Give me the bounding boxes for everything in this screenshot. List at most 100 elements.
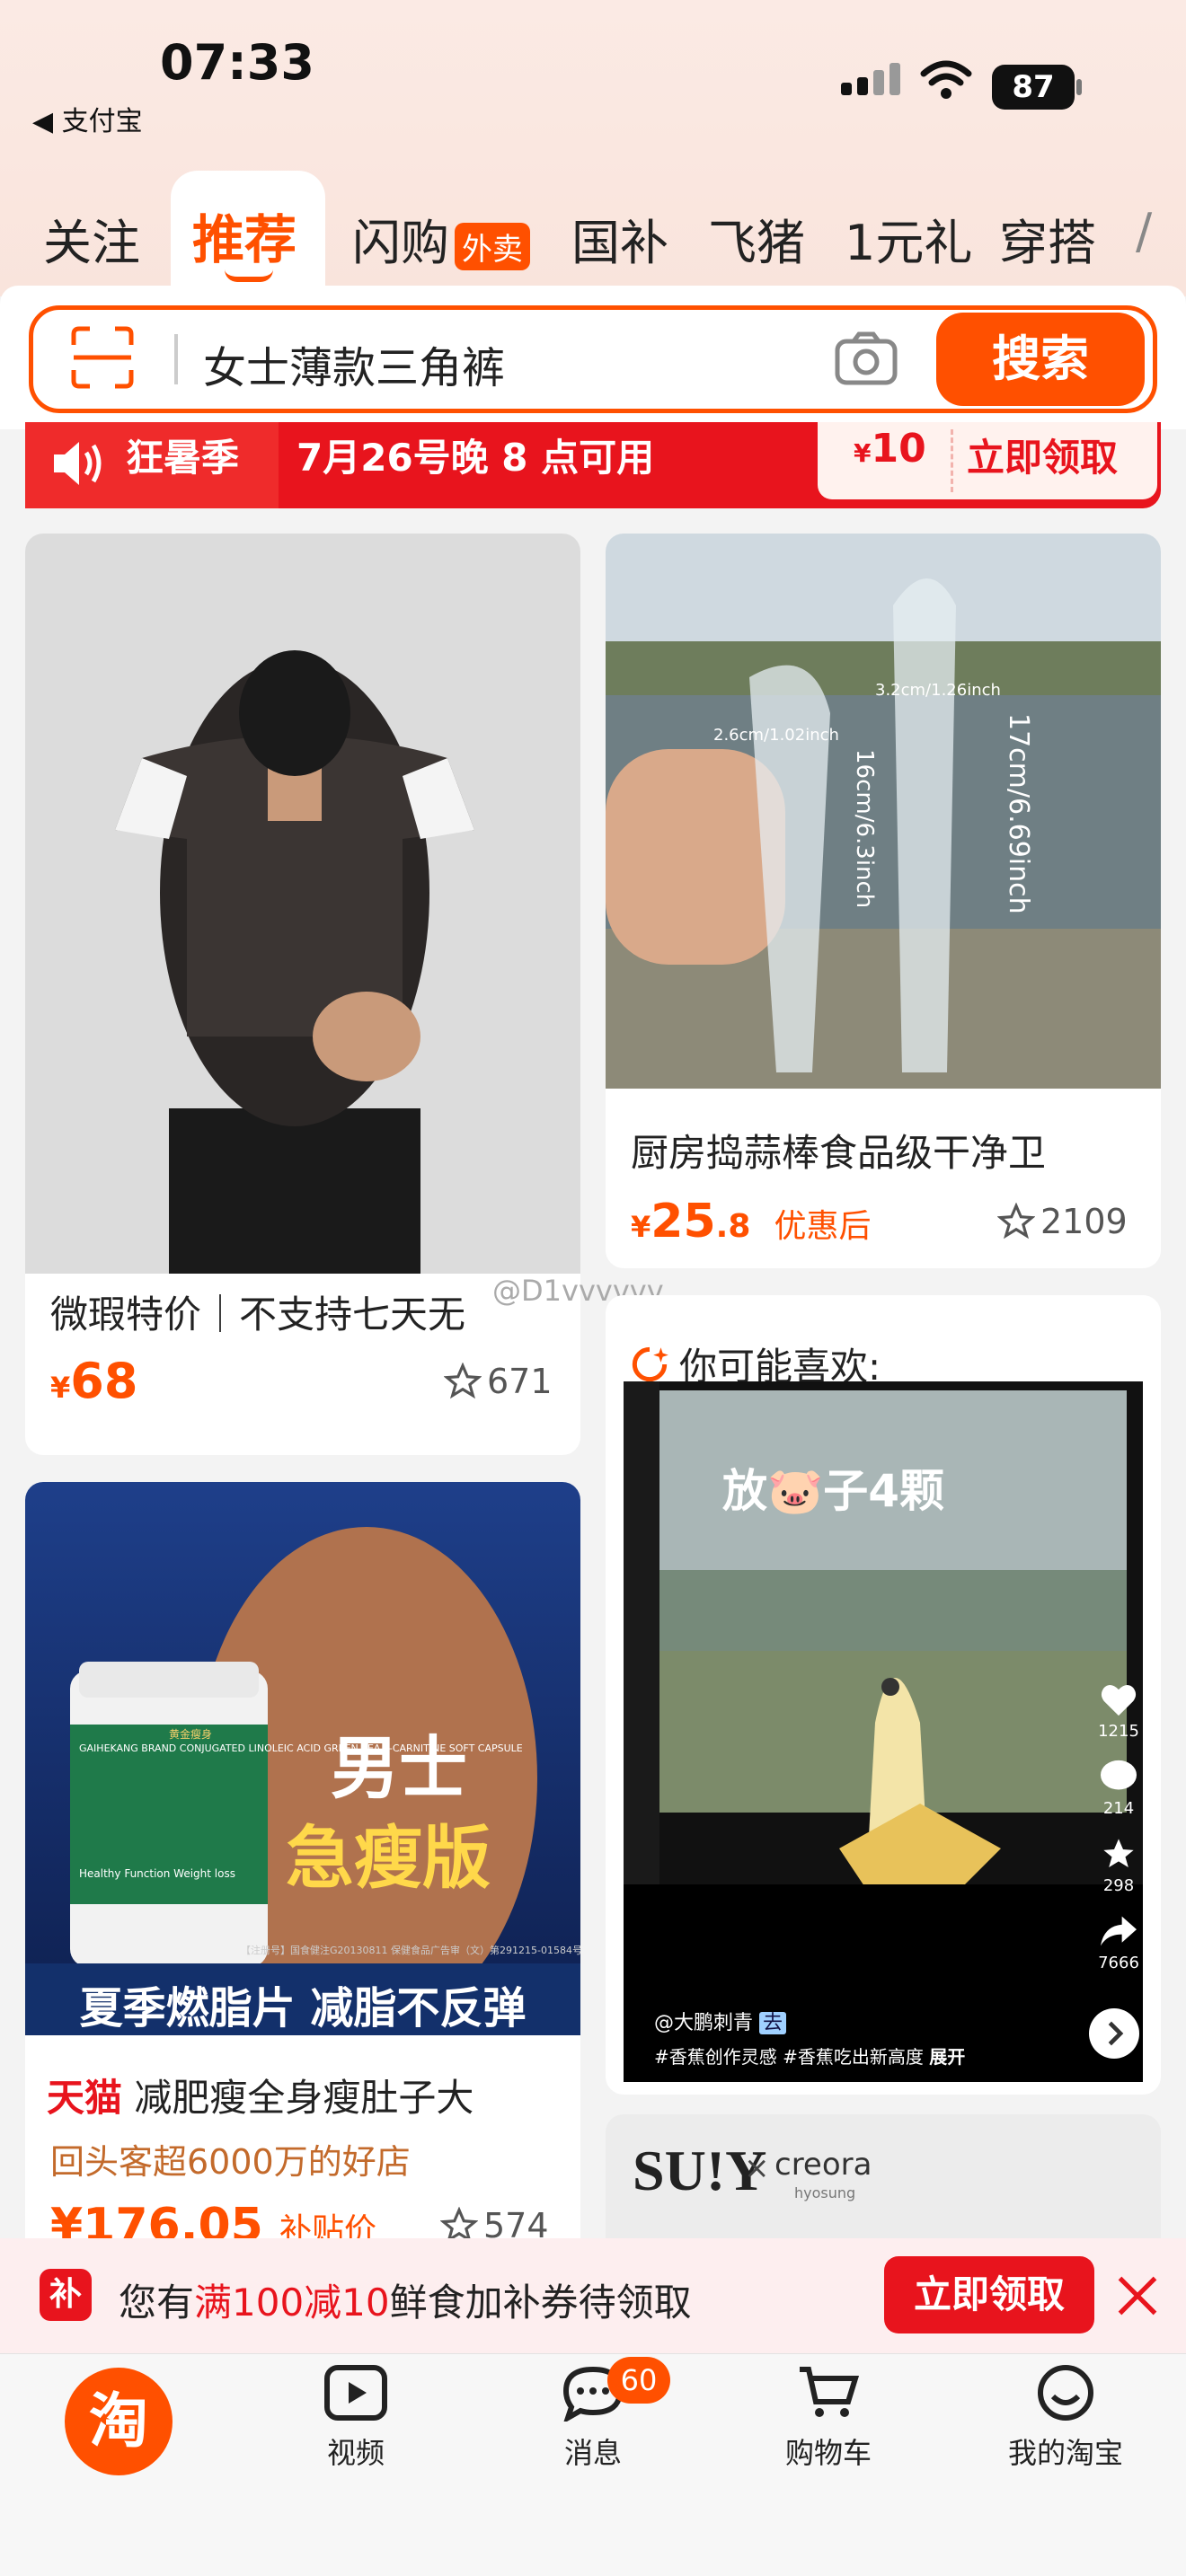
nav-video[interactable]: 视频 [275,2364,437,2472]
favorite-count[interactable]: 671 [444,1362,553,1401]
product-image-diet-pills: GAIHEKANG BRAND CONJUGATED LINOLEIC ACID… [25,1482,580,2035]
star-outline-icon [997,1203,1035,1239]
speaker-icon [54,442,102,485]
comment-button[interactable]: 214 [1087,1759,1150,1818]
product-card-shirt[interactable]: 微瑕特价｜不支持七天无 ¥68 671 [25,534,580,1455]
tab-national-subsidy[interactable]: 国补 [571,203,668,274]
product-card-diet-pills[interactable]: GAIHEKANG BRAND CONJUGATED LINOLEIC ACID… [25,1482,580,2290]
bonus-prefix: 您有 [119,2280,195,2325]
nav-cart-label: 购物车 [784,2436,872,2470]
author-tag: 去 [759,2012,787,2034]
favorite-count-value: 2109 [1040,1202,1128,1241]
comment-count: 214 [1102,1799,1135,1818]
back-to-app-link[interactable]: ◀ 支付宝 [32,99,143,138]
tab-outfits[interactable]: 穿搭 [999,203,1096,274]
nav-messages-label: 消息 [563,2436,622,2470]
tab-flash-buy[interactable]: 闪购 外卖 [352,203,530,274]
video-action-rail: 1215 214 298 7666 [1087,1681,1150,1972]
store-highlight: 回头客超6000万的好店 [50,2142,411,2182]
price-currency: ¥ [50,1371,71,1405]
product-title: 厨房捣蒜棒食品级干净卫 [631,1131,1047,1175]
tmall-tag: 天猫 [47,2076,123,2120]
product-title: 天猫 减肥瘦全身瘦肚子大 [47,2068,474,2122]
chevron-right-icon [1108,2021,1124,2046]
tab-recommend[interactable]: 推荐 [192,198,296,273]
favorite-count-value: 671 [487,1362,553,1401]
nav-home-taobao-logo[interactable]: 淘 [65,2368,173,2475]
close-icon[interactable] [1114,2272,1161,2319]
recommendation-video-card[interactable]: 你可能喜欢: 放🐷子4颗 1215 214 298 7666 @大鹏刺青 去 #… [606,1295,1161,2095]
play-icon [324,2365,387,2421]
length-label-2: 17cm/6.69inch [1003,713,1034,914]
ad-text-fast-slim: 急瘦版 [286,1818,491,1898]
top-tab-bar: 关注 推荐 闪购 外卖 国补 飞猪 1元礼 穿搭 / [0,171,1186,296]
length-label-1: 16cm/6.3inch [851,749,878,908]
smile-icon [1038,2365,1093,2421]
share-count: 7666 [1098,1954,1139,1972]
coupon-currency: ¥ [854,438,872,468]
collect-button[interactable]: 298 [1087,1836,1150,1895]
star-filled-icon [1103,1839,1134,1867]
expand-link[interactable]: 展开 [929,2046,965,2068]
product-title: 微瑕特价｜不支持七天无 [50,1292,466,1337]
coupon-amount: ¥10 [854,426,926,472]
video-author-name: @大鹏刺青 [654,2012,754,2034]
product-image-shirt [25,534,580,1274]
search-button[interactable]: 搜索 [936,313,1145,406]
collab-x: × [744,2150,770,2186]
video-author[interactable]: @大鹏刺青 去 [654,2007,787,2035]
coupon-divider [951,429,953,492]
share-button[interactable]: 7666 [1087,1913,1150,1972]
claim-coupon-button[interactable]: 立即领取 [967,428,1118,482]
status-time: 07:33 [160,34,314,91]
price-integer: 25 [651,1195,716,1248]
ad-text-men: 男士 [331,1728,467,1808]
video-tags-text: #香蕉创作灵感 #香蕉吃出新高度 [654,2046,924,2068]
recommend-sparkle-icon [632,1346,668,1381]
bottle-brand: 黄金瘦身 [169,1727,212,1741]
battery-indicator: 87 [992,65,1075,110]
creora-sub: hyosung [794,2184,856,2201]
star-outline-icon [444,1363,482,1399]
product-price: ¥25.8 优惠后 [631,1195,872,1248]
price-decimal: .8 [715,1208,751,1245]
nav-cart[interactable]: 购物车 [748,2364,909,2472]
scan-icon[interactable] [70,325,135,390]
coupon-amount-value: 10 [871,426,926,472]
comment-icon [1101,1760,1137,1790]
cellular-signal-icon [841,63,900,95]
wifi-icon [920,60,972,99]
like-count: 1215 [1098,1722,1139,1741]
bonus-text: 您有满100减10鲜食加补券待领取 [119,2272,692,2327]
cart-icon [800,2367,860,2417]
promo-title: 狂暑季 [126,436,240,480]
favorite-count[interactable]: 2109 [997,1202,1128,1241]
dim-label-2: 3.2cm/1.26inch [875,681,1001,700]
video-tags: #香蕉创作灵感 #香蕉吃出新高度 展开 [654,2042,965,2069]
bottle-sub: Healthy Function Weight loss [79,1867,235,1880]
promo-subtitle: 7月26号晚 8 点可用 [296,436,655,480]
price-value: 68 [70,1353,138,1409]
product-image-glass-rods: 2.6cm/1.02inch 3.2cm/1.26inch 16cm/6.3in… [606,534,1161,1089]
tab-one-yuan-gift[interactable]: 1元礼 [845,203,972,274]
price-note: 优惠后 [774,1208,872,1245]
product-card-garlic-masher[interactable]: 2.6cm/1.02inch 3.2cm/1.26inch 16cm/6.3in… [606,534,1161,1268]
product-title-text: 减肥瘦全身瘦肚子大 [134,2076,474,2120]
price-currency: ¥ [631,1210,651,1244]
video-next-button[interactable] [1089,2008,1139,2059]
claim-bonus-button[interactable]: 立即领取 [884,2256,1094,2333]
tab-follow[interactable]: 关注 [43,203,140,274]
battery-tip [1076,79,1082,95]
share-arrow-icon [1101,1916,1137,1946]
nav-my-taobao[interactable]: 我的淘宝 [985,2364,1146,2472]
camera-icon[interactable] [834,331,898,386]
bonus-suffix: 鲜食加补券待领取 [389,2280,692,2325]
bonus-highlight: 满100减10 [194,2280,390,2325]
heart-icon [1101,1685,1137,1716]
like-button[interactable]: 1215 [1087,1681,1150,1741]
tab-fliggy[interactable]: 飞猪 [708,203,805,274]
dim-label-1: 2.6cm/1.02inch [713,726,839,745]
product-price: ¥68 [50,1353,137,1409]
tab-flash-buy-label: 闪购 [352,215,449,271]
search-input[interactable]: 女士薄款三角裤 [203,332,505,395]
